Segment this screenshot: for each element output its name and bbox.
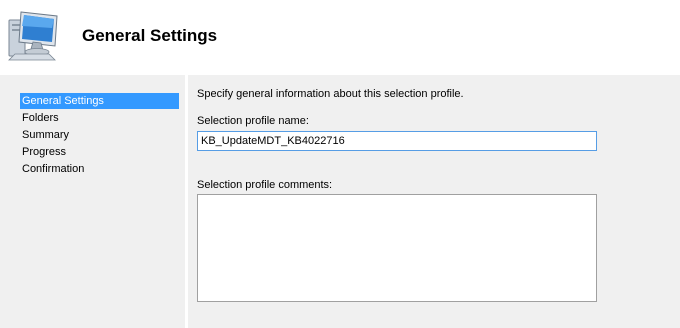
general-settings-panel: Specify general information about this s…	[188, 75, 680, 328]
step-confirmation[interactable]: Confirmation	[20, 161, 179, 177]
profile-name-input[interactable]	[197, 131, 597, 151]
step-general-settings[interactable]: General Settings	[20, 93, 179, 109]
step-progress[interactable]: Progress	[20, 144, 179, 160]
wizard-step-list: General Settings Folders Summary Progres…	[0, 75, 185, 328]
step-summary[interactable]: Summary	[20, 127, 179, 143]
profile-name-label: Selection profile name:	[197, 115, 309, 127]
wizard-header: General Settings	[0, 0, 680, 75]
computer-monitor-icon	[8, 11, 58, 61]
description-text: Specify general information about this s…	[197, 88, 464, 100]
profile-comments-label: Selection profile comments:	[197, 179, 333, 191]
page-title: General Settings	[82, 26, 218, 45]
profile-comments-textarea[interactable]	[197, 194, 597, 302]
step-folders[interactable]: Folders	[20, 110, 179, 126]
